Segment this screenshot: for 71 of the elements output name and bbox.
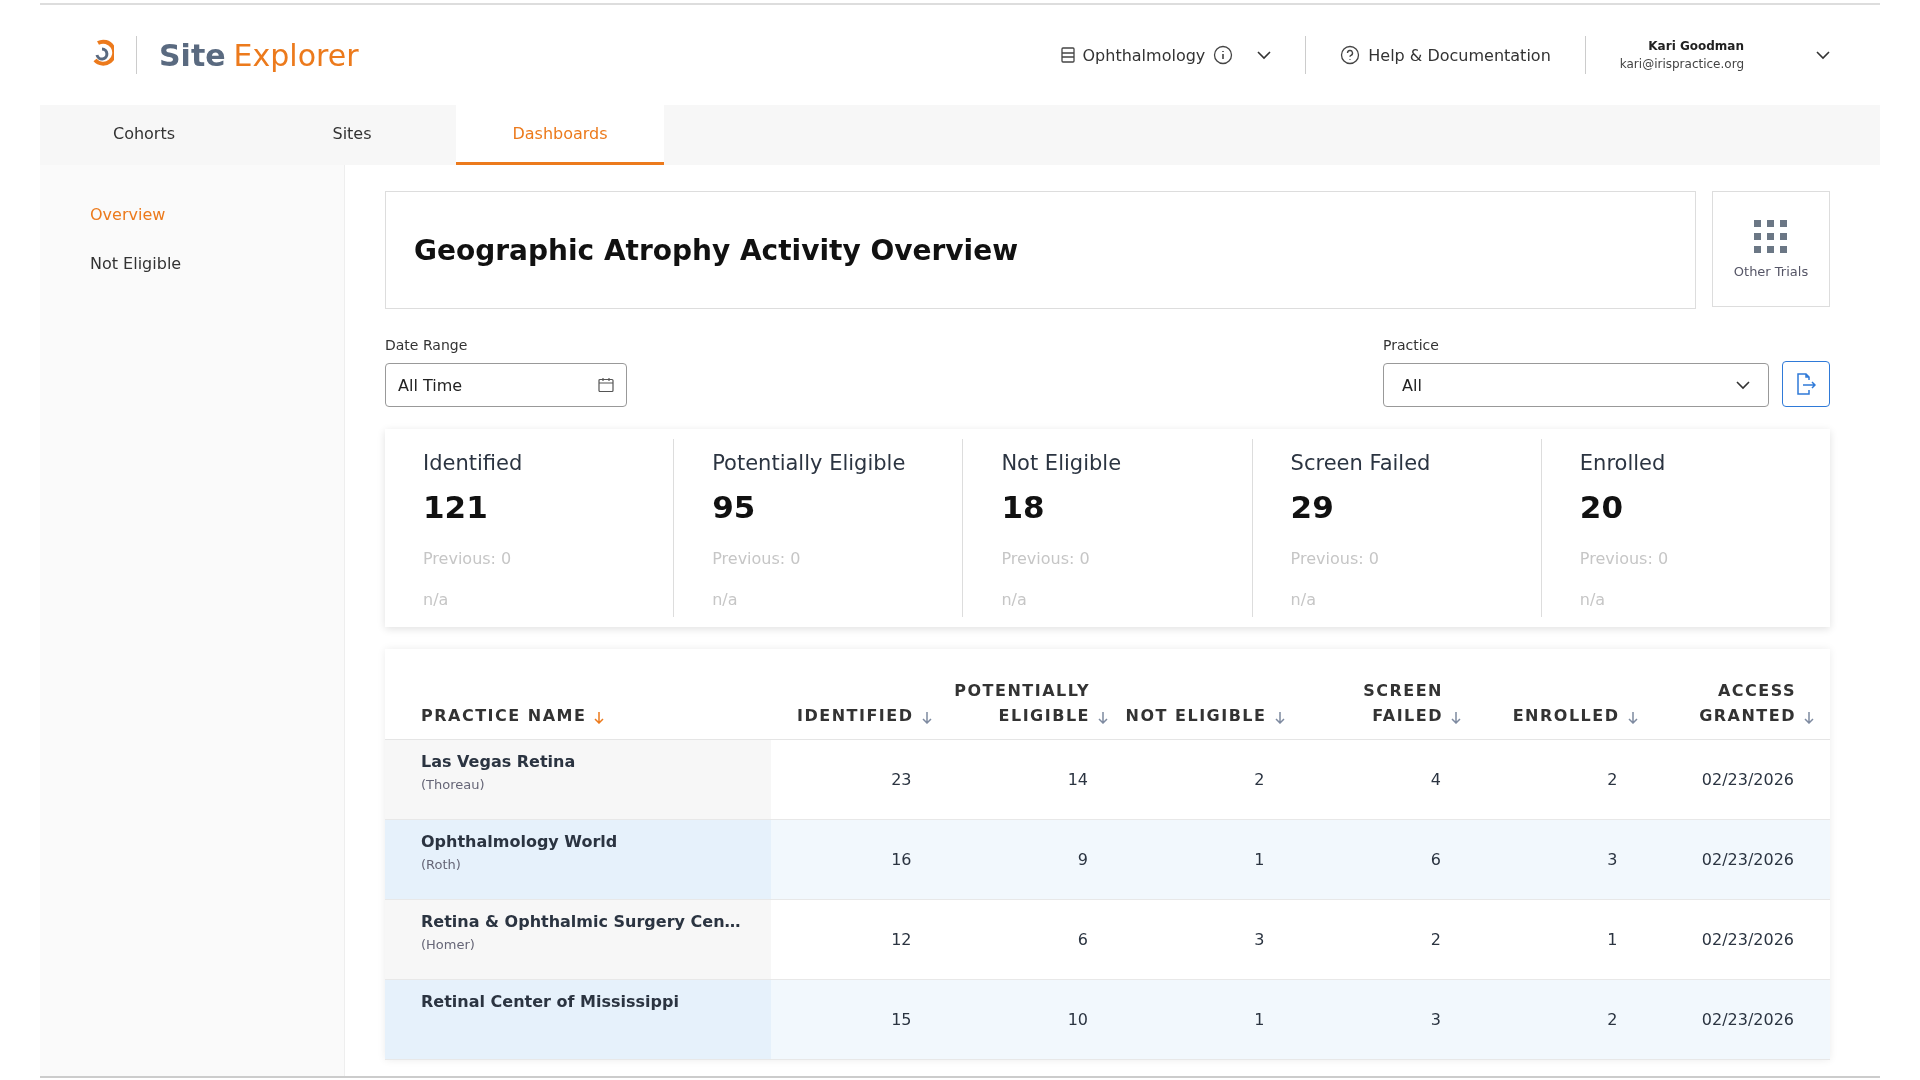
table-cell: 3 [1300, 980, 1477, 1060]
stat-label: Not Eligible [1001, 451, 1123, 475]
stat-previous: Previous: 0 [423, 549, 513, 568]
stat-previous: Previous: 0 [712, 549, 802, 568]
practice-subtitle: (Thoreau) [421, 777, 486, 792]
stat-change: n/a [423, 590, 450, 609]
date-range-field[interactable]: All Time [385, 363, 627, 407]
table-cell: 02/23/2026 [1653, 820, 1830, 900]
stat-value: 121 [423, 489, 489, 525]
table-cell: 9 [947, 820, 1124, 900]
practice-subtitle: (Roth) [421, 857, 462, 872]
brand-name: Site [159, 37, 226, 73]
user-email: kari@irispractice.org [1619, 57, 1744, 71]
database-icon [1060, 47, 1075, 63]
stat-label: Identified [423, 451, 524, 475]
grid-icon [1754, 219, 1788, 254]
stat-change: n/a [1290, 590, 1317, 609]
column-header[interactable]: PRACTICE NAME [421, 703, 587, 729]
stat-previous: Previous: 0 [1001, 549, 1091, 568]
export-icon [1796, 373, 1816, 395]
stat-previous: Previous: 0 [1290, 549, 1380, 568]
column-header[interactable]: NOT ELIGIBLE [1125, 703, 1267, 729]
chevron-down-icon [1736, 380, 1750, 390]
stat-label: Enrolled [1579, 451, 1667, 475]
brand-name-accent: Explorer [233, 37, 359, 73]
column-header[interactable]: IDENTIFIED [797, 703, 914, 729]
user-name: Kari Goodman [1648, 39, 1744, 53]
nav-tab[interactable]: Sites [248, 105, 456, 165]
field-label: Practice [1383, 337, 1440, 353]
practice-name: Retinal Center of Mississippi [421, 992, 680, 1011]
chevron-down-icon [1816, 50, 1830, 60]
stat-previous: Previous: 0 [1579, 549, 1670, 568]
stat-value: 95 [712, 489, 757, 525]
table-cell: 15 [771, 980, 948, 1060]
column-header[interactable]: ACCESS GRANTED [1653, 677, 1796, 729]
stat-change: n/a [712, 590, 739, 609]
stat-change: n/a [1001, 590, 1028, 609]
export-button[interactable] [1782, 361, 1830, 407]
stat-value: 29 [1290, 489, 1335, 525]
stat-label: Screen Failed [1290, 451, 1432, 475]
table-cell: 1 [1124, 980, 1301, 1060]
stat-label: Potentially Eligible [712, 451, 907, 475]
practice-dropdown[interactable]: All [1383, 363, 1769, 407]
column-header[interactable]: SCREEN FAILED [1300, 677, 1443, 729]
table-cell: 16 [771, 820, 948, 900]
stat-value: 18 [1001, 489, 1046, 525]
table-cell: 2 [1477, 980, 1654, 1060]
help-link[interactable]: Help & Documentation [1340, 45, 1551, 65]
help-icon [1340, 45, 1361, 65]
table-cell: 02/23/2026 [1653, 980, 1830, 1060]
practice-name: Retina & Ophthalmic Surgery Cen… [421, 912, 741, 931]
table-cell: 10 [947, 980, 1124, 1060]
table-cell: 6 [1300, 820, 1477, 900]
chevron-down-icon [1257, 50, 1272, 60]
calendar-icon [598, 377, 614, 393]
stat-change: n/a [1579, 590, 1607, 609]
info-icon [1213, 45, 1234, 65]
nav-tab[interactable]: Cohorts [40, 105, 248, 165]
practice-name: Las Vegas Retina [421, 752, 577, 771]
table-cell: 3 [1477, 820, 1654, 900]
column-header[interactable]: ENROLLED [1512, 703, 1620, 729]
field-label: Date Range [385, 337, 469, 353]
page-title: Geographic Atrophy Activity Overview [385, 191, 1696, 309]
practice-name: Ophthalmology World [421, 832, 619, 851]
sidebar-item[interactable]: Not Eligible [90, 254, 182, 273]
table-cell: 1 [1124, 820, 1301, 900]
stat-value: 20 [1579, 489, 1624, 525]
practice-subtitle: (Homer) [421, 937, 476, 952]
column-header[interactable]: POTENTIALLY ELIGIBLE [947, 677, 1090, 729]
specialty-selector[interactable]: Ophthalmology [1060, 45, 1272, 65]
other-trials-button[interactable]: Other Trials [1712, 191, 1830, 307]
